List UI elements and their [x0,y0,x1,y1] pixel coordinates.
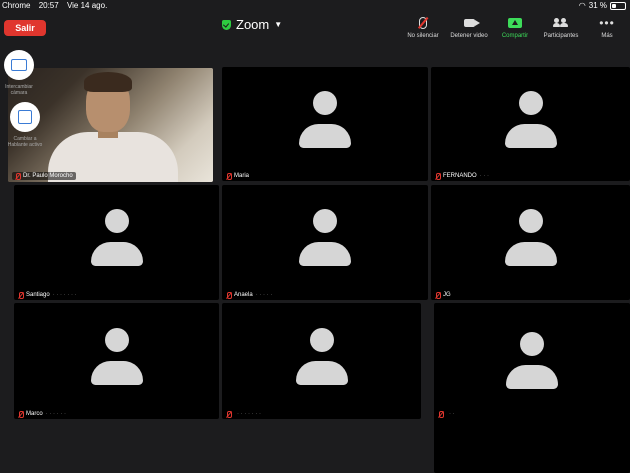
share-screen-icon [508,18,522,28]
stop-video-button[interactable]: Detener video [446,16,492,39]
participant-name: Maria [234,173,250,179]
participant-name-tag: · · [438,411,455,418]
mic-muted-icon [419,17,427,29]
participant-name: Marco [26,411,43,417]
avatar-placeholder-icon [504,90,558,153]
camera-icon [463,19,480,27]
avatar-placeholder-icon [504,209,558,271]
status-bar: Chrome 20:57 Vie 14 ago. ◠ 31 % [0,0,630,12]
avatar-placeholder-icon [298,90,352,153]
mic-muted-icon [226,173,232,180]
switch-camera-icon [11,59,27,71]
participant-tile[interactable]: Marco · · · · · · [14,303,219,419]
participant-tile[interactable]: · · · · · · · [222,303,421,419]
more-button[interactable]: ••• Más [584,16,630,39]
mic-muted-icon [18,292,24,299]
battery-icon [610,2,626,10]
chevron-down-icon: ▼ [274,20,283,29]
active-speaker-icon [18,110,32,124]
more-icon: ••• [599,16,615,30]
status-right: ◠ 31 % [579,0,626,12]
participant-name-tag: FERNANDO · · · [435,173,489,180]
mic-muted-icon [18,411,24,418]
avatar-placeholder-icon [295,327,349,390]
avatar-placeholder-icon [90,209,144,271]
share-button[interactable]: Compartir [492,16,538,39]
participant-name-tag: Marco · · · · · · [18,411,66,418]
more-label: Más [601,33,613,39]
unmute-button[interactable]: No silenciar [400,16,446,39]
switch-camera-button[interactable] [4,50,34,80]
participant-tile[interactable]: Anaela · · · · · [222,185,428,300]
participant-name: Santiago [26,292,50,298]
meeting-title-text: Zoom [236,17,270,32]
participant-tile[interactable]: Santiago · · · · · · · [14,185,219,300]
participant-name-tag: · · · · · · · [226,411,261,418]
participant-name: Anaela [234,292,253,298]
mic-muted-icon [226,292,232,299]
mic-muted-icon [435,173,441,180]
shield-check-icon [222,19,231,30]
mic-muted-icon [15,173,21,180]
switch-camera-label: Intercambiar cámara [5,84,33,96]
avatar-placeholder-icon [90,327,144,390]
date: Vie 14 ago. [66,1,108,10]
battery-fill [612,4,616,8]
avatar-placeholder-icon [298,209,352,271]
leave-button[interactable]: Salir [4,20,46,36]
active-speaker-label: Cambiar a Hablante activo [7,136,43,148]
participant-tile[interactable]: Maria [222,67,428,181]
participants-icon [553,18,569,28]
status-left: Chrome 20:57 Vie 14 ago. [2,0,113,12]
app-name: Chrome [2,1,31,10]
mic-muted-icon [435,292,441,299]
toolbar: No silenciar Detener video Compartir Par… [400,16,630,39]
battery-percent: 31 % [588,1,607,10]
participant-name: Dr. Paulo Morocho [23,173,73,179]
mic-muted-icon [226,411,232,418]
participant-name-tag: Dr. Paulo Morocho [12,172,76,180]
avatar-placeholder-icon [505,331,559,394]
participant-tile[interactable]: FERNANDO · · · [431,67,630,181]
share-label: Compartir [501,33,529,39]
participants-label: Participantes [543,33,579,39]
participant-tile[interactable]: JG [431,185,630,300]
participant-name-tag: Santiago · · · · · · · [18,292,77,299]
mic-muted-icon [438,411,444,418]
participant-name: JG [443,292,451,298]
participants-button[interactable]: Participantes [538,16,584,39]
active-speaker-button[interactable] [10,102,40,132]
participant-name-tag: Anaela · · · · · [226,292,272,299]
participant-name-tag: Maria [226,173,250,180]
stop-video-label: Detener video [450,33,488,39]
clock: 20:57 [38,1,59,10]
participant-name: FERNANDO [443,173,477,179]
unmute-label: No silenciar [407,33,439,39]
meeting-title[interactable]: Zoom ▼ [222,17,282,32]
wifi-icon: ◠ [578,1,586,10]
participant-name-tag: JG [435,292,451,299]
participant-tile[interactable]: · · [434,303,630,473]
